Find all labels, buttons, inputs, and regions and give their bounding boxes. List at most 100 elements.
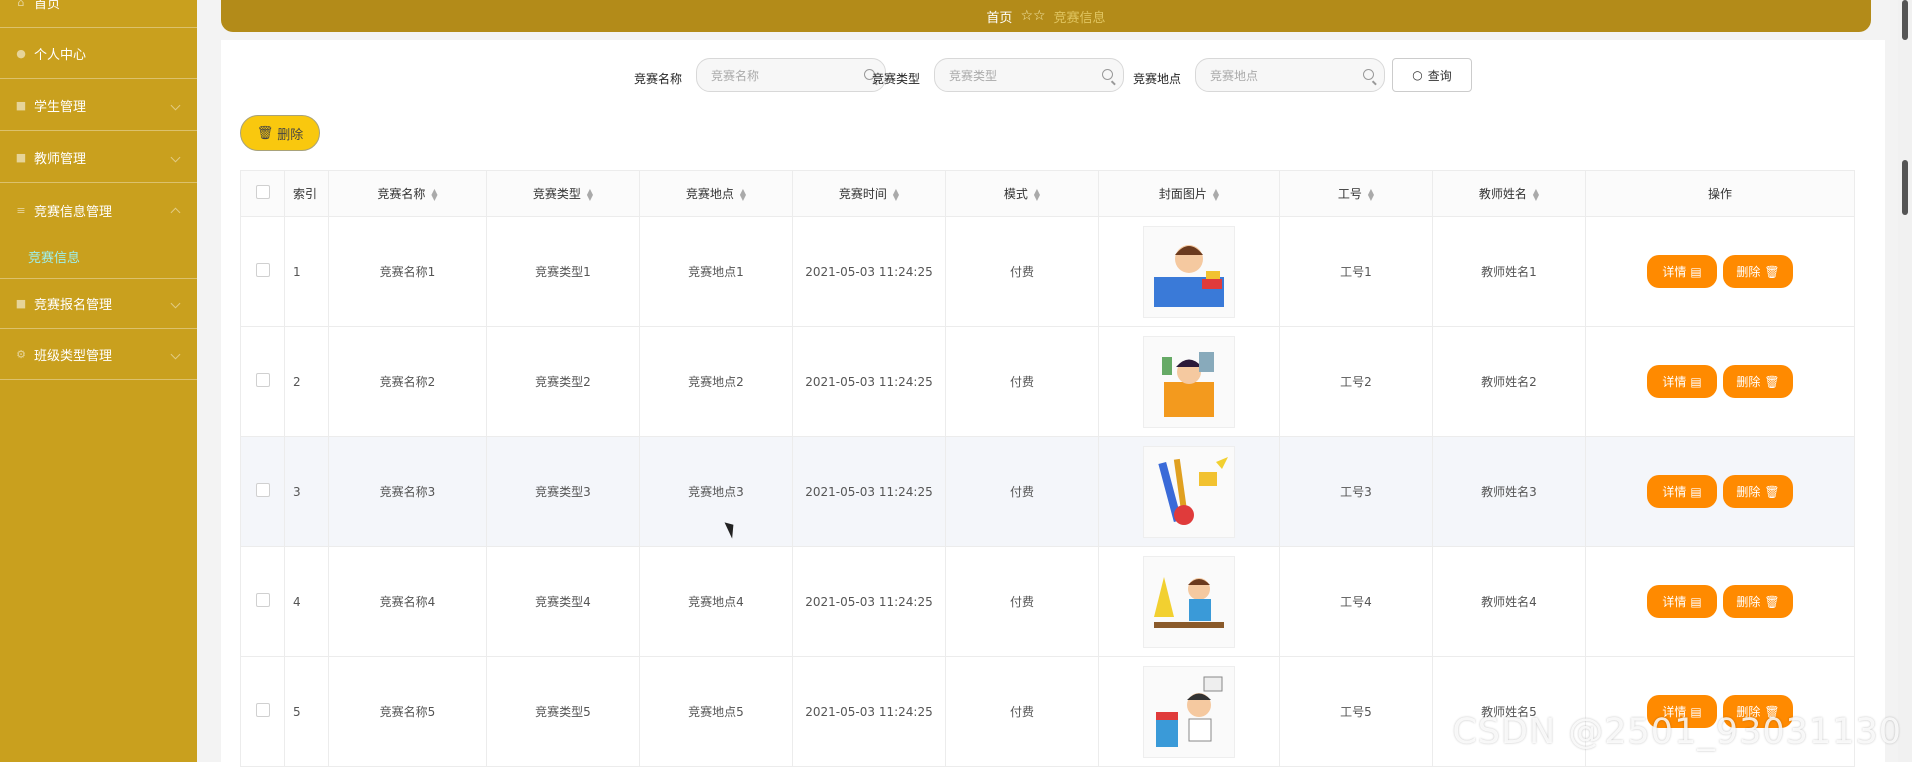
sort-icon: ▲ ▼ [1532, 186, 1540, 202]
cell-index: 4 [284, 546, 329, 657]
home-icon: ⌂ [17, 0, 25, 9]
col-name[interactable]: 竞赛名称 ▲ ▼ [328, 170, 487, 217]
row-checkbox[interactable] [240, 546, 285, 657]
query-label: 查询 [1427, 68, 1452, 83]
cell-place: 竞赛地点5 [639, 656, 793, 767]
cell-type: 竞赛类型1 [486, 216, 640, 327]
chevron-down-icon [170, 100, 181, 110]
search-icon [1102, 69, 1113, 80]
sidebar-item-profile[interactable]: ● 个人中心 [0, 29, 197, 79]
row-checkbox[interactable] [240, 216, 285, 327]
sidebar-item-class-type[interactable]: ⚙ 班级类型管理 [0, 330, 197, 380]
cell-no: 工号4 [1279, 546, 1433, 657]
col-cover[interactable]: 封面图片 ▲ ▼ [1098, 170, 1280, 217]
place-label: 竞赛地点 [1133, 72, 1182, 86]
cell-type: 竞赛类型3 [486, 436, 640, 547]
document-icon: ▤ [1690, 594, 1702, 609]
row-checkbox[interactable] [240, 326, 285, 437]
cell-actions: 详情 ▤ 删除 🗑 [1585, 326, 1855, 437]
scroll-arrow[interactable] [1902, 0, 1908, 40]
sidebar-item-registration[interactable]: ■ 竞赛报名管理 [0, 279, 197, 329]
cell-cover [1098, 656, 1280, 767]
bulk-delete-button[interactable]: 🗑 删除 [240, 115, 320, 151]
cell-cover [1098, 436, 1280, 547]
col-place[interactable]: 竞赛地点 ▲ ▼ [639, 170, 793, 217]
sidebar-item-competition-info[interactable]: ≡ 竞赛信息管理 [0, 185, 197, 235]
col-teacher[interactable]: 教师姓名 ▲ ▼ [1432, 170, 1586, 217]
type-label: 竞赛类型 [872, 72, 921, 86]
bulk-delete-label: 删除 [277, 127, 304, 143]
col-mode[interactable]: 模式 ▲ ▼ [945, 170, 1099, 217]
sort-icon: ▲ ▼ [431, 186, 438, 202]
sort-icon: ▲ ▼ [1033, 186, 1041, 202]
delete-button[interactable]: 删除 🗑 [1723, 475, 1793, 508]
document-icon: ▤ [1690, 484, 1702, 499]
cover-image [1143, 665, 1235, 758]
sidebar-item-label: 竞赛信息管理 [34, 204, 113, 220]
cell-index: 2 [284, 326, 329, 437]
main-area: 首页 ☆☆ 竞赛信息 竞赛名称 竞赛名称 竞赛类型 竞赛类型 竞赛地点 竞赛地点… [197, 0, 1912, 767]
cell-time: 2021-05-03 11:24:25 [792, 436, 946, 547]
cell-cover [1098, 216, 1280, 327]
detail-label: 详情 [1662, 485, 1687, 499]
col-type[interactable]: 竞赛类型 ▲ ▼ [486, 170, 640, 217]
type-search-input[interactable]: 竞赛类型 [934, 58, 1124, 92]
cell-actions: 详情 ▤ 删除 🗑 [1585, 216, 1855, 327]
sidebar-item-label: 学生管理 [34, 100, 87, 115]
menu-icon: ≡ [16, 203, 26, 217]
settings-icon: ⚙ [16, 348, 26, 361]
row-checkbox[interactable] [240, 656, 285, 767]
delete-button[interactable]: 删除 🗑 [1723, 585, 1793, 618]
trash-icon: 🗑 [1764, 484, 1780, 499]
cover-image [1143, 555, 1235, 648]
cell-name: 竞赛名称5 [328, 656, 487, 767]
cell-teacher: 教师姓名1 [1432, 216, 1586, 327]
star-icon: ☆☆ [1020, 8, 1046, 24]
sidebar-item-teachers[interactable]: ■ 教师管理 [0, 133, 197, 183]
cell-type: 竞赛类型4 [486, 546, 640, 657]
detail-button[interactable]: 详情 ▤ [1647, 365, 1717, 398]
chevron-down-icon [170, 152, 181, 162]
query-button[interactable]: ○ 查询 [1392, 58, 1472, 92]
cell-cover [1098, 326, 1280, 437]
sidebar-item-label: 个人中心 [34, 48, 87, 63]
name-placeholder: 竞赛名称 [711, 68, 760, 83]
col-no[interactable]: 工号 ▲ ▼ [1279, 170, 1433, 217]
menu-icon: ■ [15, 297, 27, 310]
sort-icon: ▲ ▼ [1367, 186, 1375, 202]
cell-name: 竞赛名称3 [328, 436, 487, 547]
cell-place: 竞赛地点4 [639, 546, 793, 657]
detail-label: 详情 [1662, 265, 1687, 279]
delete-button[interactable]: 删除 🗑 [1723, 365, 1793, 398]
user-icon: ● [16, 47, 26, 60]
cell-no: 工号3 [1279, 436, 1433, 547]
cell-cover [1098, 546, 1280, 657]
chevron-down-icon [170, 349, 181, 359]
table-row: 2 竞赛名称2 竞赛类型2 竞赛地点2 2021-05-03 11:24:25 付费 工号2… [240, 326, 1855, 437]
sidebar-item-home[interactable]: ⌂ 首页 [0, 0, 197, 28]
cell-actions: 详情 ▤ 删除 🗑 [1585, 546, 1855, 657]
col-time[interactable]: 竞赛时间 ▲ ▼ [792, 170, 946, 217]
cell-index: 3 [284, 436, 329, 547]
sidebar-item-label: 教师管理 [34, 152, 87, 167]
trash-icon: 🗑 [256, 125, 274, 141]
row-checkbox[interactable] [240, 436, 285, 547]
cell-mode: 付费 [945, 216, 1099, 327]
detail-button[interactable]: 详情 ▤ [1647, 585, 1717, 618]
place-search-input[interactable]: 竞赛地点 [1195, 58, 1385, 92]
table-row: 4 竞赛名称4 竞赛类型4 竞赛地点4 2021-05-03 11:24:25 付费 工号4… [240, 546, 1855, 657]
scrollbar[interactable] [1898, 0, 1912, 762]
sort-icon: ▲ ▼ [586, 186, 594, 202]
cell-index: 5 [284, 656, 329, 767]
select-all-checkbox[interactable] [240, 170, 285, 217]
cell-time: 2021-05-03 11:24:25 [792, 216, 946, 327]
delete-button[interactable]: 删除 🗑 [1723, 255, 1793, 288]
sidebar-item-students[interactable]: ■ 学生管理 [0, 81, 197, 131]
breadcrumb-home[interactable]: 首页 [986, 7, 1012, 26]
scrollbar-thumb[interactable] [1902, 160, 1908, 215]
detail-button[interactable]: 详情 ▤ [1647, 475, 1717, 508]
sidebar: ⌂ 首页 ● 个人中心 ■ 学生管理 ■ 教师管理 ≡ 竞赛信息管理 竞赛信息 … [0, 0, 197, 762]
name-search-input[interactable]: 竞赛名称 [696, 58, 886, 92]
sidebar-subitem-competition-info[interactable]: 竞赛信息 [0, 235, 197, 279]
detail-button[interactable]: 详情 ▤ [1647, 255, 1717, 288]
